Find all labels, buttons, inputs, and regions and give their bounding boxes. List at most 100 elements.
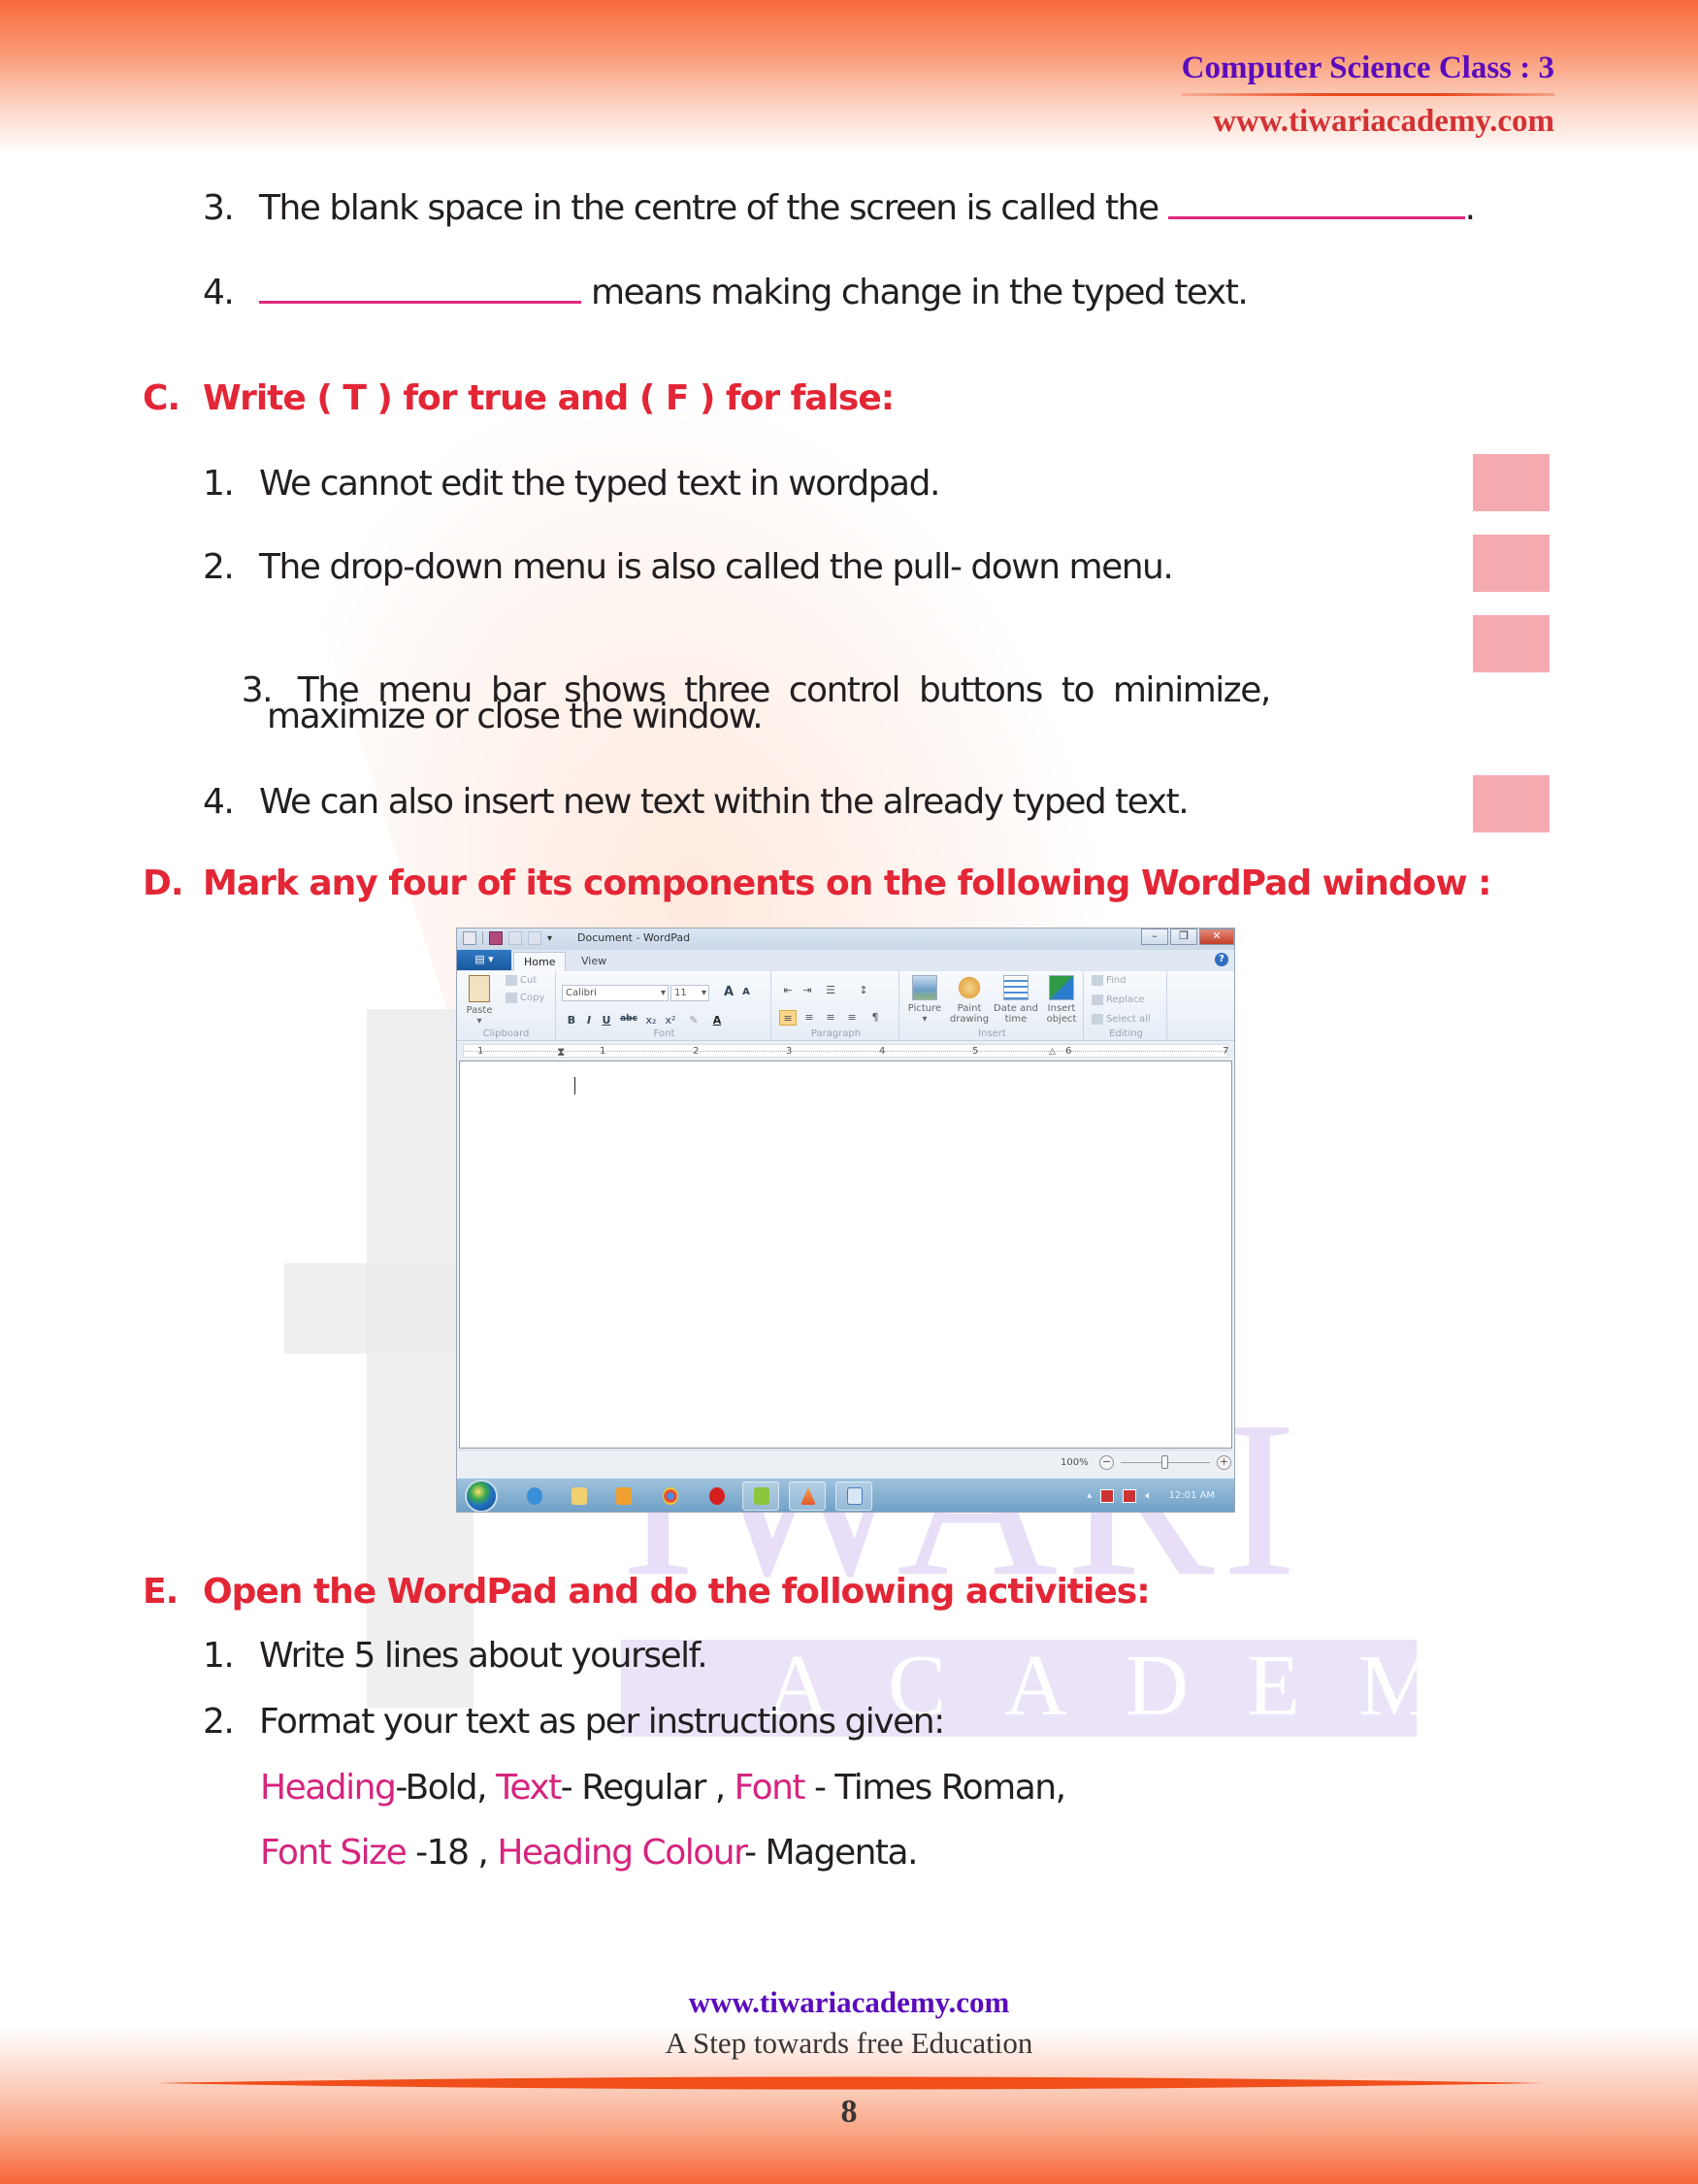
document-editing-area[interactable] bbox=[459, 1060, 1232, 1449]
date-time-button[interactable]: Date and time bbox=[993, 975, 1039, 1025]
align-right-button[interactable]: ≡ bbox=[822, 1010, 839, 1026]
internet-explorer-icon[interactable] bbox=[527, 1487, 542, 1505]
select-all-button[interactable]: Select all bbox=[1092, 1014, 1151, 1025]
copy-icon bbox=[506, 993, 517, 1003]
answer-box-3[interactable] bbox=[1473, 615, 1550, 672]
list-button[interactable]: ☰ bbox=[822, 983, 839, 998]
application-menu-button[interactable]: ▤ ▾ bbox=[457, 950, 511, 970]
quick-access-toolbar: ▾ bbox=[463, 931, 552, 945]
answer-box-1[interactable] bbox=[1473, 454, 1550, 511]
find-button[interactable]: Find bbox=[1092, 975, 1127, 986]
button-sublabel: drawing bbox=[949, 1014, 990, 1025]
paint-drawing-button[interactable]: Paint drawing bbox=[948, 975, 991, 1025]
title-bar: ▾ Document - WordPad – ❐ ✕ bbox=[457, 929, 1234, 950]
subscript-button[interactable]: x₂ bbox=[643, 1014, 659, 1027]
insert-object-button[interactable]: Insert object bbox=[1041, 975, 1082, 1025]
green-app-icon[interactable] bbox=[754, 1487, 769, 1505]
window-title: Document - WordPad bbox=[577, 931, 691, 944]
superscript-button[interactable]: x² bbox=[663, 1014, 678, 1027]
underline-button[interactable]: U bbox=[599, 1014, 614, 1027]
ruler[interactable]: 1 ⧗ 1 2 3 4 5 △ 6 7 bbox=[457, 1042, 1234, 1059]
system-clock[interactable]: 12:01 AM bbox=[1169, 1490, 1215, 1501]
ruler-ticks bbox=[464, 1051, 1227, 1052]
network-icon[interactable] bbox=[1123, 1488, 1137, 1503]
button-sublabel: time bbox=[1004, 1014, 1028, 1025]
paragraph-settings-button[interactable]: ¶ bbox=[866, 1010, 884, 1026]
media-player-icon[interactable] bbox=[616, 1487, 632, 1505]
highlight-color-button[interactable]: ✎ bbox=[686, 1014, 702, 1027]
wordpad-taskbar-icon[interactable] bbox=[847, 1487, 863, 1505]
strikethrough-button[interactable]: abc bbox=[618, 1014, 639, 1024]
insert-group: Picture ▾ Paint drawing Date and time Inser… bbox=[901, 971, 1084, 1041]
align-left-button[interactable]: ≡ bbox=[779, 1010, 797, 1026]
status-bar: 100% − + bbox=[457, 1450, 1234, 1477]
text-cursor bbox=[574, 1077, 575, 1094]
tab-home[interactable]: Home bbox=[513, 952, 567, 971]
save-icon[interactable] bbox=[489, 931, 503, 945]
question-number: 1. bbox=[203, 464, 235, 504]
justify-button[interactable]: ≡ bbox=[843, 1010, 861, 1026]
line-spacing-button[interactable]: ↕ bbox=[855, 983, 872, 998]
decrease-indent-button[interactable]: ⇤ bbox=[779, 983, 797, 998]
font-family-value: Calibri bbox=[566, 988, 597, 998]
cut-button[interactable]: Cut bbox=[506, 975, 537, 986]
header-website-link[interactable]: www.tiwariacademy.com bbox=[1182, 102, 1554, 141]
grow-font-button[interactable]: A bbox=[721, 985, 736, 999]
binoculars-icon bbox=[1092, 975, 1103, 986]
zoom-out-button[interactable]: − bbox=[1099, 1455, 1114, 1470]
opera-icon[interactable] bbox=[709, 1487, 725, 1505]
redo-icon[interactable] bbox=[528, 931, 541, 945]
windows-taskbar: ▴ 🔈︎ 12:01 AM bbox=[457, 1478, 1234, 1512]
answer-box-4[interactable] bbox=[1473, 775, 1550, 832]
tab-view[interactable]: View bbox=[571, 952, 616, 971]
right-indent-marker-icon[interactable]: △ bbox=[1049, 1045, 1056, 1059]
format-value: - Magenta. bbox=[744, 1833, 919, 1873]
font-size-select[interactable]: 11 ▾ bbox=[670, 985, 709, 1001]
restore-button[interactable]: ❐ bbox=[1170, 929, 1197, 945]
replace-button[interactable]: Replace bbox=[1092, 994, 1145, 1005]
chevron-down-icon: ▾ bbox=[701, 988, 706, 998]
section-c-heading: C. Write ( T ) for true and ( F ) for fal… bbox=[143, 378, 895, 418]
answer-box-2[interactable] bbox=[1473, 535, 1550, 592]
replace-label: Replace bbox=[1106, 994, 1145, 1005]
text-color-button[interactable]: A bbox=[709, 1014, 725, 1027]
button-label: Picture bbox=[907, 1003, 942, 1014]
shrink-font-button[interactable]: A bbox=[738, 987, 754, 997]
format-keyword: Font Size bbox=[260, 1833, 408, 1873]
class-title: Computer Science Class : 3 bbox=[1181, 50, 1554, 85]
customize-toolbar-icon[interactable]: ▾ bbox=[547, 933, 552, 944]
increase-indent-button[interactable]: ⇥ bbox=[799, 983, 816, 998]
ruler-number: 3 bbox=[786, 1046, 793, 1057]
start-button[interactable] bbox=[465, 1480, 498, 1512]
footer-tagline: A Step towards free Education bbox=[665, 2026, 1033, 2060]
zoom-slider-thumb[interactable] bbox=[1161, 1455, 1168, 1469]
help-icon[interactable]: ? bbox=[1215, 953, 1228, 966]
undo-icon[interactable] bbox=[508, 931, 522, 945]
font-family-select[interactable]: Calibri ▾ bbox=[562, 985, 669, 1001]
footer-website-link[interactable]: www.tiwariacademy.com bbox=[0, 1985, 1698, 2020]
volume-icon[interactable]: 🔈︎ bbox=[1145, 1488, 1152, 1503]
question-text: The blank space in the centre of the scr… bbox=[259, 188, 1159, 228]
paint-palette-icon bbox=[957, 975, 982, 1000]
paste-label: Paste bbox=[466, 1005, 493, 1016]
answer-blank[interactable] bbox=[1167, 190, 1465, 219]
show-hidden-icons-button[interactable]: ▴ bbox=[1087, 1490, 1092, 1501]
minimize-button[interactable]: – bbox=[1141, 929, 1168, 945]
paste-button[interactable]: Paste ▾ bbox=[463, 975, 496, 1027]
answer-blank[interactable] bbox=[259, 275, 581, 304]
insert-picture-button[interactable]: Picture ▾ bbox=[903, 975, 946, 1025]
section-letter: D. bbox=[143, 864, 184, 903]
copy-button[interactable]: Copy bbox=[506, 993, 544, 1003]
align-center-button[interactable]: ≡ bbox=[800, 1010, 818, 1026]
chrome-icon[interactable] bbox=[663, 1487, 678, 1505]
bold-button[interactable]: B bbox=[564, 1014, 579, 1027]
paste-dropdown-arrow[interactable]: ▾ bbox=[476, 1016, 481, 1027]
indent-marker-icon[interactable]: ⧗ bbox=[557, 1045, 565, 1059]
font-group: Calibri ▾ 11 ▾ A A B I U abc x₂ x² ✎ A Fon… bbox=[558, 971, 771, 1041]
zoom-in-button[interactable]: + bbox=[1217, 1455, 1231, 1470]
file-explorer-icon[interactable] bbox=[571, 1487, 587, 1505]
italic-button[interactable]: I bbox=[581, 1014, 597, 1027]
close-button[interactable]: ✕ bbox=[1199, 929, 1234, 945]
copy-label: Copy bbox=[520, 993, 545, 1003]
action-center-icon[interactable] bbox=[1100, 1488, 1115, 1503]
